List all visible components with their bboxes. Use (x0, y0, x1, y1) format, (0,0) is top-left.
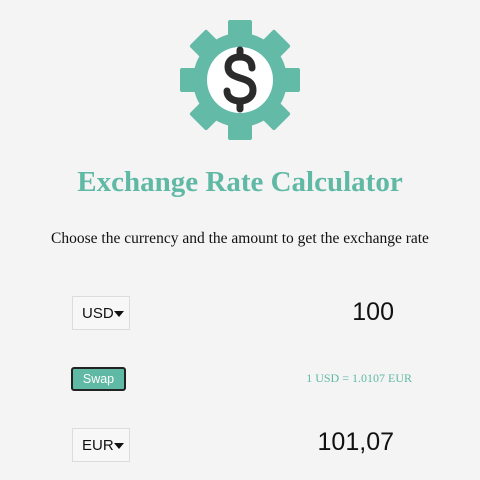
swap-button[interactable]: Swap (71, 367, 126, 391)
currency-two-value: EUR (82, 436, 114, 454)
gear-dollar-icon (176, 16, 304, 144)
page-subtitle: Choose the currency and the amount to ge… (51, 230, 429, 247)
currency-two-select[interactable]: EUR (72, 428, 130, 462)
caret-down-icon (113, 442, 124, 449)
amount-one-input[interactable]: 100 (234, 298, 394, 327)
currency-one-select[interactable]: USD (72, 296, 130, 330)
exchange-rate-text: 1 USD = 1.0107 EUR (306, 371, 412, 385)
page-title: Exchange Rate Calculator (77, 166, 403, 198)
amount-two-input[interactable]: 101,07 (234, 428, 394, 457)
caret-down-icon (113, 310, 124, 317)
currency-one-value: USD (82, 304, 114, 322)
